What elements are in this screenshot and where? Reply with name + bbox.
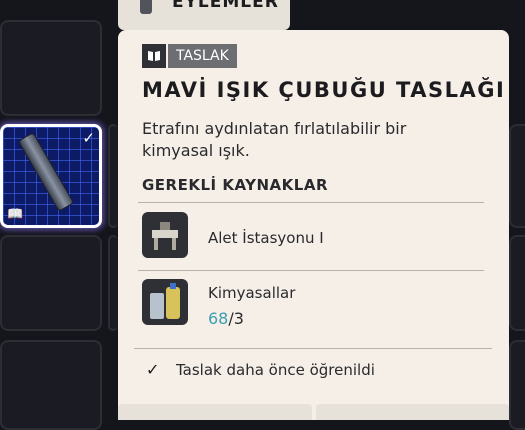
learned-text: Taslak daha önce öğrenildi bbox=[176, 360, 375, 379]
chemicals-icon bbox=[142, 279, 188, 325]
requirement-name: Alet İstasyonu I bbox=[208, 229, 324, 247]
learned-status: ✓ Taslak daha önce öğrenildi bbox=[146, 360, 375, 379]
inventory-slot-selected[interactable]: ✓ 📖 bbox=[0, 124, 102, 228]
divider bbox=[134, 348, 492, 349]
requirement-row: Kimyasallar 68/3 bbox=[142, 279, 492, 333]
inventory-slot[interactable] bbox=[0, 20, 102, 116]
bottom-button-right[interactable] bbox=[316, 404, 509, 420]
divider bbox=[138, 270, 484, 271]
book-icon bbox=[142, 44, 166, 68]
item-description: Etrafını aydınlatan fırlatılabilir bir k… bbox=[142, 119, 407, 160]
check-icon: ✓ bbox=[146, 360, 160, 379]
inventory-slot[interactable] bbox=[0, 235, 102, 331]
inventory-slot[interactable] bbox=[509, 340, 525, 430]
requirement-name: Kimyasallar bbox=[208, 284, 296, 302]
inventory-slot[interactable] bbox=[509, 235, 525, 331]
blueprint-tooltip-panel: TASLAK MAVİ IŞIK ÇUBUĞU TASLAĞI Etrafını… bbox=[118, 30, 509, 420]
divider bbox=[138, 202, 484, 203]
requirement-count: 68/3 bbox=[208, 309, 244, 328]
book-icon: 📖 bbox=[7, 207, 24, 222]
owned-count: 68 bbox=[208, 309, 229, 328]
actions-tab[interactable]: EYLEMLER bbox=[118, 0, 290, 30]
bottom-button-left[interactable] bbox=[118, 404, 312, 420]
inventory-slot[interactable] bbox=[108, 235, 118, 331]
required-count: /3 bbox=[228, 309, 244, 328]
tab-label: EYLEMLER bbox=[172, 0, 279, 12]
inventory-slot[interactable] bbox=[509, 124, 525, 228]
item-title: MAVİ IŞIK ÇUBUĞU TASLAĞI bbox=[142, 78, 506, 102]
requirement-row: Alet İstasyonu I bbox=[142, 212, 492, 266]
book-icon-glyph bbox=[148, 51, 160, 61]
inventory-slot[interactable] bbox=[0, 340, 102, 430]
inventory-slot[interactable] bbox=[108, 124, 118, 228]
check-icon: ✓ bbox=[82, 129, 95, 147]
requirements-heading: GEREKLİ KAYNAKLAR bbox=[142, 176, 329, 194]
blueprint-tag: TASLAK bbox=[142, 44, 237, 68]
mask-icon bbox=[140, 0, 152, 14]
tag-label: TASLAK bbox=[168, 44, 237, 68]
workbench-icon bbox=[142, 212, 188, 258]
